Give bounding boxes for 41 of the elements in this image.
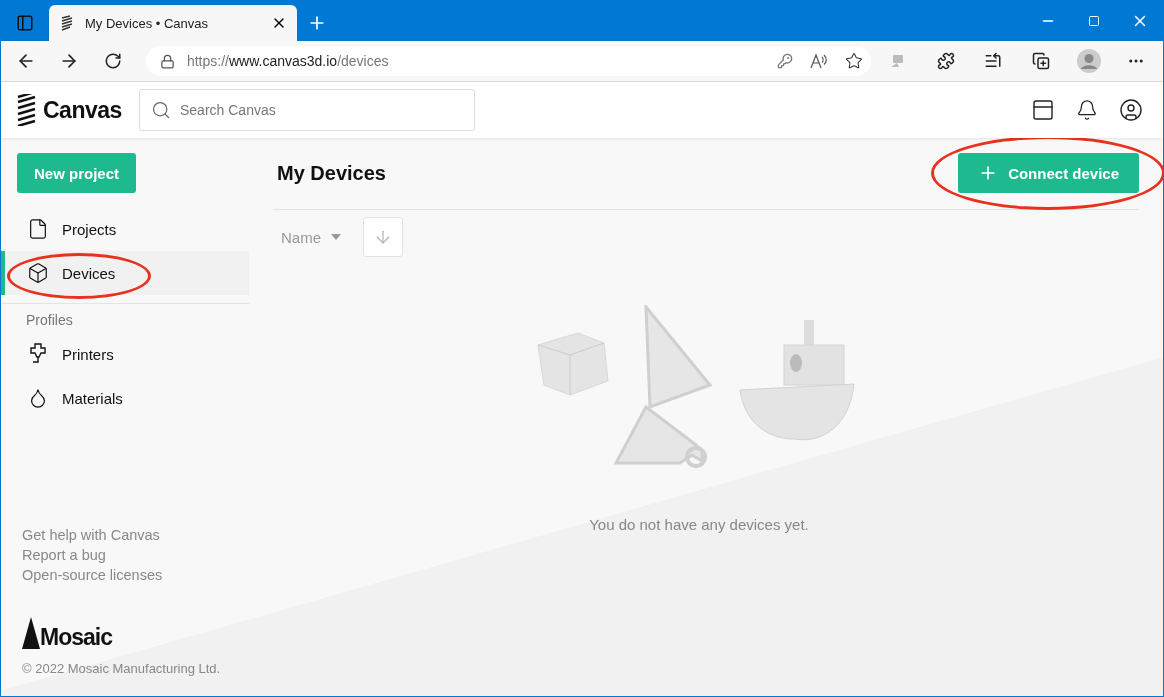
document-icon: [27, 218, 49, 240]
library-icon[interactable]: [1031, 98, 1055, 122]
sidebar-item[interactable]: Devices: [1, 251, 249, 295]
read-aloud-icon[interactable]: [810, 53, 829, 69]
brand-name: Canvas: [43, 96, 122, 124]
profile-avatar-icon[interactable]: [1076, 49, 1101, 73]
search-field[interactable]: Search Canvas: [139, 89, 475, 131]
add-favorite-icon[interactable]: [845, 52, 864, 70]
sidebar-item[interactable]: Materials: [1, 376, 249, 420]
section-title: Profiles: [25, 311, 74, 330]
search-icon: [151, 100, 171, 120]
favorites-icon[interactable]: [984, 52, 1003, 70]
browser-tab[interactable]: My Devices • Canvas: [49, 5, 297, 41]
tab-actions-icon[interactable]: [16, 14, 34, 32]
url-text: https://www.canvas3d.io/devices: [186, 53, 390, 69]
bell-icon[interactable]: [1076, 99, 1098, 121]
address-bar[interactable]: https://www.canvas3d.io/devices: [145, 46, 872, 76]
extensions-icon[interactable]: [936, 52, 955, 70]
copyright-text: © 2022 Mosaic Manufacturing Ltd.: [21, 661, 222, 676]
nozzle-icon: [28, 342, 48, 366]
caret-icon: [331, 234, 341, 240]
empty-state-message: You do not have any devices yet.: [589, 516, 809, 533]
lock-icon: [159, 53, 175, 69]
reload-icon[interactable]: [104, 52, 123, 70]
company-name: Mosaic: [40, 626, 112, 649]
page-title: My Devices: [277, 161, 386, 185]
account-icon[interactable]: [1119, 98, 1143, 122]
sidebar-item-label: Devices: [62, 264, 116, 282]
sidebar-item[interactable]: Projects: [1, 207, 249, 251]
sidebar-item-label: Projects: [62, 220, 117, 238]
tab-title: My Devices • Canvas: [85, 15, 210, 31]
box-icon: [27, 262, 49, 284]
sidebar-item-label: Materials: [62, 389, 123, 407]
canvas-logo-icon: [59, 15, 75, 31]
sidebar-item[interactable]: Printers: [1, 332, 249, 376]
sidebar-item-label: Printers: [62, 345, 114, 363]
maximize-icon[interactable]: [1088, 15, 1100, 27]
mosaic-logo-icon: [22, 617, 40, 649]
canvas-logo-icon: [17, 94, 37, 126]
key-icon[interactable]: [777, 53, 794, 69]
collections-icon[interactable]: [1031, 52, 1050, 70]
